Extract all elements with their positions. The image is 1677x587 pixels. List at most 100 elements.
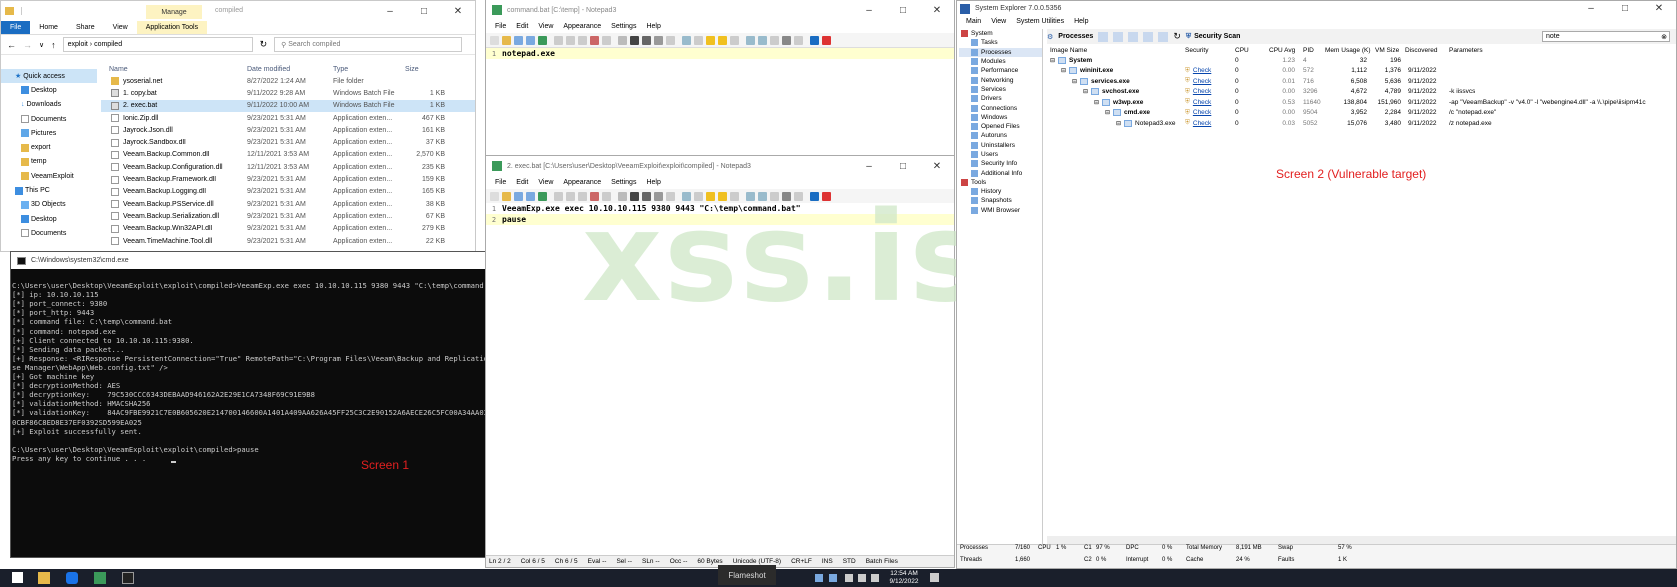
se-maximize-button[interactable]: □ xyxy=(1608,1,1642,16)
np2-menu-file[interactable]: File xyxy=(490,179,511,186)
toolbar-button-icon[interactable] xyxy=(822,35,831,45)
check-link[interactable]: Check xyxy=(1193,99,1211,106)
toolbar-button-icon[interactable] xyxy=(782,191,791,201)
process-row[interactable]: ⊟ Notepad3.exe ⛨ Check 0 0.03 5052 15,076 3,480 9… xyxy=(1047,118,1676,129)
ribbon-home[interactable]: Home xyxy=(30,21,67,34)
np2-menu-appearance[interactable]: Appearance xyxy=(558,179,606,186)
notepad2-editor[interactable]: 1 VeeamExp.exe exec 10.10.10.115 9380 944… xyxy=(486,203,954,555)
close-button[interactable]: ✕ xyxy=(441,1,475,21)
file-row[interactable]: 2. exec.bat 9/11/2022 10:00 AM Windows Bat… xyxy=(101,99,475,112)
col-mem[interactable]: Mem Usage (K) xyxy=(1325,47,1375,54)
col-cpu-avg[interactable]: CPU Avg xyxy=(1269,47,1303,54)
toolbar-button-icon[interactable] xyxy=(758,35,767,45)
filter-input[interactable]: note ⊗ xyxy=(1542,31,1670,42)
se-sidebar-connections[interactable]: Connections xyxy=(959,103,1042,112)
file-row[interactable]: Veeam.Backup.Win32API.dll 9/23/2021 5:31 … xyxy=(101,223,475,235)
se-sidebar-wmi-browser[interactable]: WMI Browser xyxy=(959,206,1042,215)
expand-toggle-icon[interactable]: ⊟ xyxy=(1116,120,1121,127)
toolbar-button-icon[interactable] xyxy=(746,35,755,45)
sidebar-item-desktop-2[interactable]: Desktop xyxy=(1,212,97,226)
tray-icon-2[interactable] xyxy=(829,574,837,582)
np1-close-button[interactable]: ✕ xyxy=(920,0,954,20)
col-type[interactable]: Type xyxy=(333,66,405,73)
toolbar-button-icon[interactable] xyxy=(618,35,627,45)
se-sidebar-additional-info[interactable]: Additional Info xyxy=(959,168,1042,177)
toolbar-button-icon[interactable] xyxy=(502,35,511,45)
toolbar-button-icon[interactable] xyxy=(602,191,611,201)
process-row[interactable]: ⊟ w3wp.exe ⛨ Check 0 0.53 11640 138,804 151,960 9… xyxy=(1047,97,1676,108)
toolbar-button-icon[interactable] xyxy=(490,35,499,45)
toolbar-button-icon[interactable] xyxy=(694,35,703,45)
toolbar-button-icon[interactable] xyxy=(514,191,523,201)
toolbar-button-icon[interactable] xyxy=(706,35,715,45)
np2-minimize-button[interactable]: – xyxy=(852,156,886,176)
toolbar-button-icon[interactable] xyxy=(630,191,639,201)
forward-icon[interactable]: → xyxy=(23,40,32,50)
np2-menu-settings[interactable]: Settings xyxy=(606,179,641,186)
process-row[interactable]: ⊟ cmd.exe ⛨ Check 0 0.00 9504 3,952 2,284 9/11/20… xyxy=(1047,108,1676,119)
clear-filter-icon[interactable]: ⊗ xyxy=(1661,33,1667,41)
se-menu-view[interactable]: View xyxy=(986,18,1011,25)
toolbar-button-icon[interactable] xyxy=(538,35,547,45)
toolbar-button-icon[interactable] xyxy=(566,35,575,45)
toolbar-button-icon[interactable] xyxy=(666,191,675,201)
security-scan-button[interactable]: ⛨ Security Scan xyxy=(1186,33,1241,41)
sidebar-item-3d-objects[interactable]: 3D Objects xyxy=(1,198,97,212)
clock[interactable]: 12:54 AM 9/12/2022 xyxy=(884,570,924,586)
check-link[interactable]: Check xyxy=(1193,120,1211,127)
se-sidebar-services[interactable]: Services xyxy=(959,85,1042,94)
expand-toggle-icon[interactable]: ⊟ xyxy=(1050,57,1055,64)
file-row[interactable]: Ionic.Zip.dll 9/23/2021 5:31 AM Applicatio… xyxy=(101,112,475,124)
sidebar-item-documents-2[interactable]: Documents xyxy=(1,226,97,240)
np2-close-button[interactable]: ✕ xyxy=(920,156,954,176)
ribbon-view[interactable]: View xyxy=(104,21,137,34)
col-parameters[interactable]: Parameters xyxy=(1449,47,1483,54)
toolbar-button-icon[interactable] xyxy=(554,191,563,201)
toolbar-button-icon[interactable] xyxy=(718,35,727,45)
recent-icon[interactable]: ∨ xyxy=(39,41,44,49)
check-link[interactable]: Check xyxy=(1193,88,1211,95)
se-sidebar-autoruns[interactable]: Autoruns xyxy=(959,131,1042,140)
np1-maximize-button[interactable]: □ xyxy=(886,0,920,20)
file-row[interactable]: Veeam.Backup.Logging.dll 9/23/2021 5:31 A… xyxy=(101,186,475,198)
qat-icon[interactable] xyxy=(21,7,45,15)
toolbar-button-icon[interactable] xyxy=(526,35,535,45)
minimize-button[interactable]: – xyxy=(373,1,407,21)
toolbar-button-icon[interactable] xyxy=(526,191,535,201)
toolbar-button-icon[interactable] xyxy=(654,191,663,201)
toolbar-button-icon[interactable] xyxy=(782,35,791,45)
toolbar-button-icon[interactable] xyxy=(770,35,779,45)
toolbar-button-icon[interactable] xyxy=(682,191,691,201)
toolbar-button-icon[interactable] xyxy=(706,191,715,201)
se-sidebar-uninstallers[interactable]: Uninstallers xyxy=(959,141,1042,150)
sidebar-item-veeamexploit[interactable]: VeeamExploit xyxy=(1,169,97,183)
toolbar-button-icon[interactable] xyxy=(538,191,547,201)
toolbar-button-icon[interactable] xyxy=(514,35,523,45)
se-sidebar-drivers[interactable]: Drivers xyxy=(959,94,1042,103)
col-date[interactable]: Date modified xyxy=(247,66,333,73)
toolbar-button-icon[interactable] xyxy=(502,191,511,201)
process-row[interactable]: ⊟ services.exe ⛨ Check 0 0.01 716 6,508 5,636 9/1… xyxy=(1047,76,1676,87)
se-sidebar-snapshots[interactable]: Snapshots xyxy=(959,196,1042,205)
toolbar-button-icon[interactable] xyxy=(578,191,587,201)
check-link[interactable]: Check xyxy=(1193,78,1211,85)
se-sidebar-opened-files[interactable]: Opened Files xyxy=(959,122,1042,131)
np2-menu-edit[interactable]: Edit xyxy=(511,179,533,186)
manage-tab[interactable]: Manage xyxy=(146,5,202,19)
toolbar-button-icon[interactable] xyxy=(630,35,639,45)
np2-menu-help[interactable]: Help xyxy=(641,179,665,186)
se-sidebar-history[interactable]: History xyxy=(959,187,1042,196)
se-close-button[interactable]: ✕ xyxy=(1642,1,1676,16)
np1-menu-file[interactable]: File xyxy=(490,23,511,30)
refresh-icon[interactable]: ↻ xyxy=(260,39,268,50)
quick-access[interactable]: ★ Quick access xyxy=(1,69,97,84)
ribbon-share[interactable]: Share xyxy=(67,21,104,34)
se-sidebar-windows[interactable]: Windows xyxy=(959,113,1042,122)
toolbar-button-icon[interactable] xyxy=(590,191,599,201)
toolbar-button-icon[interactable] xyxy=(730,35,739,45)
col-name[interactable]: Name xyxy=(101,66,247,73)
toolbar-button-icon[interactable] xyxy=(770,191,779,201)
toolbar-button-icon[interactable] xyxy=(810,191,819,201)
se-menu-help[interactable]: Help xyxy=(1069,18,1093,25)
se-sidebar-networking[interactable]: Networking xyxy=(959,75,1042,84)
